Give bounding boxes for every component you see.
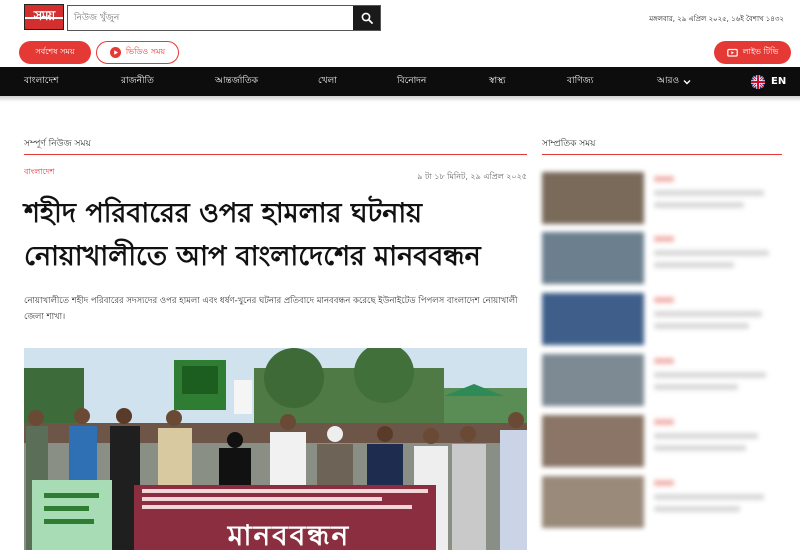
photo-banner-text: মানববন্ধন — [227, 519, 351, 550]
uk-flag-icon — [751, 74, 765, 89]
search-button[interactable] — [353, 6, 380, 30]
section-title: সম্পূর্ণ নিউজ সময় — [24, 139, 91, 149]
headline-line-2: নোয়াখালীতে আপ বাংলাদেশের মানববন্ধন — [24, 241, 481, 272]
latest-news-label: সর্বশেষ সময় — [35, 47, 75, 56]
sidebar-text-placeholder — [654, 372, 766, 378]
nav-item-entertainment[interactable]: বিনোদন — [397, 67, 426, 96]
article-summary: নোয়াখালীতে শহীদ পরিবারের সদস্যদের ওপর হ… — [24, 296, 518, 322]
sidebar-text-placeholder — [654, 202, 744, 208]
logo-text: সময় — [33, 8, 55, 24]
sidebar-news-item[interactable] — [542, 354, 782, 406]
sidebar-text-placeholder — [654, 494, 764, 500]
play-icon — [109, 47, 121, 58]
sidebar-thumbnail — [542, 232, 644, 284]
current-date: মঙ্গলবার, ২৯ এপ্রিল ২০২৫, ১৬ই বৈশাখ ১৪৩২ — [649, 15, 784, 23]
language-switch[interactable]: EN — [751, 67, 786, 96]
sidebar-text-placeholder — [654, 311, 762, 317]
article-category[interactable]: বাংলাদেশ — [24, 166, 55, 179]
search-box — [67, 5, 381, 31]
nav-item-business[interactable]: বাণিজ্য — [567, 67, 593, 96]
sidebar-thumbnail — [542, 293, 644, 345]
sidebar-category-placeholder — [654, 236, 674, 242]
nav-item-sports[interactable]: খেলা — [318, 67, 337, 96]
nav-item-politics[interactable]: রাজনীতি — [121, 67, 154, 96]
sidebar-text-placeholder — [654, 262, 734, 268]
sidebar-category-placeholder — [654, 419, 674, 425]
sidebar-text-placeholder — [654, 445, 746, 451]
headline-line-1: শহীদ পরিবারের ওপর হামলার ঘটনায় — [24, 198, 423, 229]
latest-news-button[interactable]: সর্বশেষ সময় — [19, 41, 91, 64]
sidebar-thumbnail — [542, 354, 644, 406]
tv-icon — [726, 48, 738, 57]
video-news-button[interactable]: ভিডিও সময় — [96, 41, 179, 64]
sidebar-text-placeholder — [654, 250, 769, 256]
nav-item-international[interactable]: আন্তর্জাতিক — [215, 67, 258, 96]
chevron-down-icon — [683, 79, 691, 84]
site-logo[interactable]: সময় — [24, 4, 64, 30]
sidebar-divider — [542, 154, 782, 155]
sidebar-thumbnail — [542, 415, 644, 467]
sidebar-category-placeholder — [654, 176, 674, 182]
sidebar-thumbnail — [542, 172, 644, 224]
nav-item-health[interactable]: স্বাস্থ্য — [489, 67, 506, 96]
sidebar-category-placeholder — [654, 358, 674, 364]
section-divider — [24, 154, 527, 155]
article-photo: মানববন্ধন — [24, 348, 527, 550]
sidebar-text-placeholder — [654, 190, 764, 196]
nav-item-more[interactable]: আরও — [657, 67, 691, 96]
language-label: EN — [771, 76, 787, 87]
sidebar-news-item[interactable] — [542, 476, 782, 528]
sidebar-category-placeholder — [654, 297, 674, 303]
sidebar-news-item[interactable] — [542, 172, 782, 224]
video-news-label: ভিডিও সময় — [125, 47, 166, 56]
sidebar-thumbnail — [542, 476, 644, 528]
main-navigation: বাংলাদেশ রাজনীতি আন্তর্জাতিক খেলা বিনোদন… — [0, 67, 800, 96]
live-tv-button[interactable]: লাইভ টিভি — [714, 41, 791, 64]
nav-more-label: আরও — [657, 76, 680, 86]
sidebar-news-item[interactable] — [542, 293, 782, 345]
sidebar-category-placeholder — [654, 480, 674, 486]
nav-shadow — [0, 96, 800, 102]
article-headline: শহীদ পরিবারের ওপর হামলার ঘটনায় নোয়াখাল… — [24, 192, 529, 278]
live-tv-label: লাইভ টিভি — [742, 47, 779, 56]
article-timestamp: ৯ টা ১৮ মিনিট, ২৯ এপ্রিল ২০২৫ — [417, 172, 527, 181]
sidebar-text-placeholder — [654, 384, 738, 390]
sidebar-text-placeholder — [654, 506, 740, 512]
sidebar-news-item[interactable] — [542, 232, 782, 284]
search-input[interactable] — [68, 6, 354, 30]
sidebar-title: সাম্প্রতিক সময় — [542, 139, 596, 149]
sidebar-news-item[interactable] — [542, 415, 782, 467]
search-icon — [361, 12, 373, 24]
sidebar-text-placeholder — [654, 323, 749, 329]
top-header: সময় মঙ্গলবার, ২৯ এপ্রিল ২০২৫, ১৬ই বৈশাখ… — [0, 0, 800, 66]
sidebar-text-placeholder — [654, 433, 758, 439]
nav-item-bangladesh[interactable]: বাংলাদেশ — [24, 67, 58, 96]
